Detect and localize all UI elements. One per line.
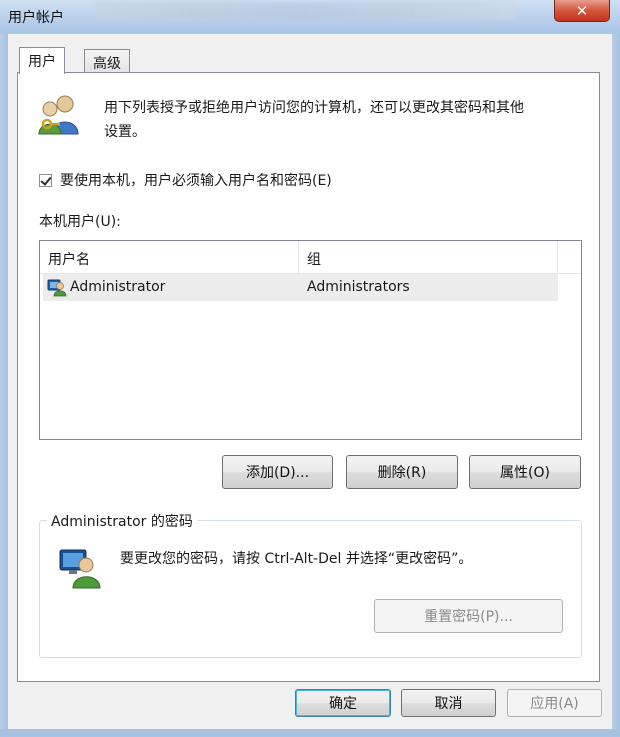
cancel-label: 取消 bbox=[434, 696, 463, 712]
properties-button[interactable]: 属性(O) bbox=[469, 455, 581, 489]
admin-user-icon bbox=[47, 279, 67, 297]
close-icon: ✕ bbox=[575, 1, 589, 20]
require-login-checkbox[interactable] bbox=[39, 174, 52, 187]
user-monitor-icon bbox=[59, 549, 101, 589]
apply-button[interactable]: 应用(A) bbox=[507, 689, 602, 717]
remove-user-button[interactable]: 删除(R) bbox=[346, 455, 458, 489]
table-row[interactable]: Administrator Administrators bbox=[43, 274, 558, 301]
window-title: 用户帐户 bbox=[8, 10, 64, 26]
local-users-label: 本机用户(U): bbox=[39, 214, 121, 230]
tab-advanced-label: 高级 bbox=[93, 56, 121, 72]
column-header-group[interactable]: 组 bbox=[299, 241, 558, 273]
users-listview[interactable]: 用户名 组 Administrator Administrators bbox=[39, 240, 582, 440]
window-frame-bottom bbox=[0, 729, 620, 737]
ok-label: 确定 bbox=[329, 696, 357, 712]
password-instructions: 要更改您的密码，请按 Ctrl-Alt-Del 并选择“更改密码”。 bbox=[120, 551, 473, 567]
add-user-button[interactable]: 添加(D)... bbox=[222, 455, 333, 489]
window-frame-left bbox=[0, 34, 8, 737]
column-username-label: 用户名 bbox=[48, 252, 90, 268]
remove-user-label: 删除(R) bbox=[377, 465, 427, 481]
row-group: Administrators bbox=[307, 279, 410, 295]
tab-advanced[interactable]: 高级 bbox=[84, 49, 130, 73]
column-group-label: 组 bbox=[307, 252, 321, 268]
properties-label: 属性(O) bbox=[500, 465, 550, 481]
apply-label: 应用(A) bbox=[530, 696, 579, 712]
users-keys-icon bbox=[38, 95, 79, 135]
ok-button[interactable]: 确定 bbox=[295, 689, 391, 717]
tab-users-label: 用户 bbox=[28, 54, 56, 70]
add-user-label: 添加(D)... bbox=[245, 465, 310, 481]
window-frame-right bbox=[612, 34, 620, 737]
title-bar[interactable]: 用户帐户 ✕ bbox=[0, 0, 620, 35]
password-group-title: Administrator 的密码 bbox=[47, 511, 197, 531]
reset-password-label: 重置密码(P)... bbox=[424, 609, 513, 625]
row-username: Administrator bbox=[70, 279, 166, 295]
blurred-background bbox=[95, 2, 515, 20]
password-groupbox bbox=[39, 520, 582, 658]
require-login-label[interactable]: 要使用本机，用户必须输入用户名和密码(E) bbox=[60, 170, 332, 190]
intro-line-2: 设置。 bbox=[104, 124, 146, 140]
intro-line-1: 用下列表授予或拒绝用户访问您的计算机，还可以更改其密码和其他 bbox=[104, 100, 524, 116]
close-button[interactable]: ✕ bbox=[554, 0, 610, 22]
cancel-button[interactable]: 取消 bbox=[401, 689, 496, 717]
column-header-username[interactable]: 用户名 bbox=[40, 241, 299, 273]
listview-header: 用户名 组 bbox=[40, 241, 581, 274]
intro-description: 用下列表授予或拒绝用户访问您的计算机，还可以更改其密码和其他 设置。 bbox=[104, 96, 584, 144]
reset-password-button[interactable]: 重置密码(P)... bbox=[374, 599, 563, 633]
tab-users[interactable]: 用户 bbox=[19, 47, 65, 74]
